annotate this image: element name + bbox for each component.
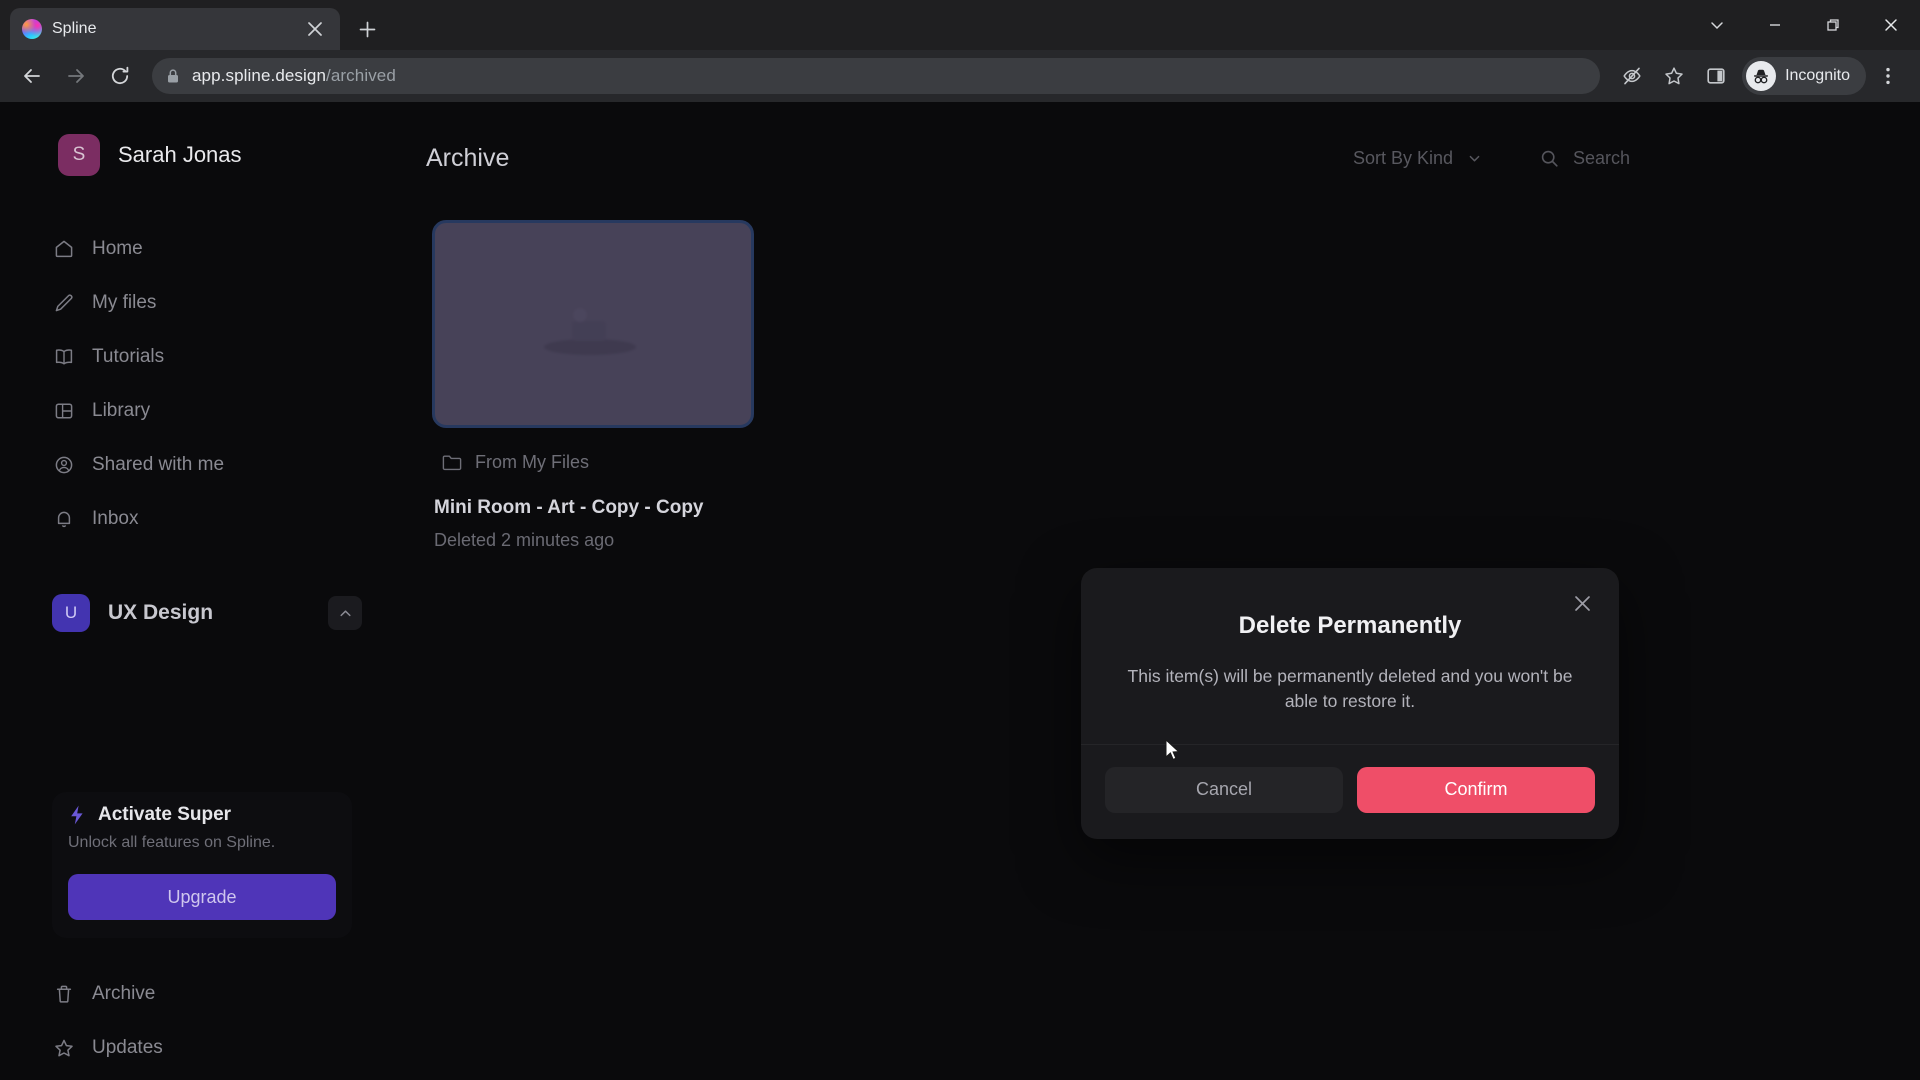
dialog-actions: Cancel Confirm bbox=[1081, 743, 1619, 839]
sidebar-item-archive[interactable]: Archive bbox=[28, 967, 362, 1021]
thumbnail-preview-icon bbox=[544, 308, 636, 356]
book-icon bbox=[52, 346, 75, 369]
confirm-button[interactable]: Confirm bbox=[1357, 766, 1595, 813]
maximize-icon[interactable] bbox=[1804, 0, 1862, 50]
search-input[interactable]: Search bbox=[1524, 136, 1854, 180]
activate-super-panel: Activate Super Unlock all features on Sp… bbox=[52, 792, 352, 938]
star-outline-icon bbox=[52, 1037, 75, 1060]
tab-strip: Spline bbox=[0, 0, 1920, 50]
delete-permanently-dialog: Delete Permanently This item(s) will be … bbox=[1081, 568, 1619, 839]
window-controls bbox=[1688, 0, 1920, 50]
search-icon bbox=[1540, 149, 1559, 168]
new-tab-button[interactable] bbox=[350, 12, 384, 46]
primary-nav: Home My files Tutorials Library Shared w… bbox=[0, 222, 390, 546]
url-text: app.spline.design/archived bbox=[192, 66, 396, 86]
file-source-label: From My Files bbox=[475, 452, 589, 472]
team-name: UX Design bbox=[108, 601, 214, 624]
user-profile[interactable]: S Sarah Jonas bbox=[0, 102, 390, 176]
sort-by-kind-dropdown[interactable]: Sort By Kind bbox=[1337, 136, 1498, 180]
url-path: /archived bbox=[326, 66, 396, 85]
tab-search-chevron-down-icon[interactable] bbox=[1688, 0, 1746, 50]
close-icon[interactable] bbox=[1567, 588, 1597, 618]
sort-label: Sort By Kind bbox=[1352, 147, 1453, 168]
sidebar-item-label: Home bbox=[92, 238, 143, 259]
sidebar-item-home[interactable]: Home bbox=[28, 222, 362, 276]
sidebar-item-tutorials[interactable]: Tutorials bbox=[28, 330, 362, 384]
team-avatar: U bbox=[52, 594, 90, 632]
eye-off-icon[interactable] bbox=[1612, 56, 1652, 96]
activate-super-title: Activate Super bbox=[98, 804, 232, 825]
sidebar: S Sarah Jonas Home My files Tutorials Li… bbox=[0, 102, 390, 1080]
sidebar-item-updates[interactable]: Updates bbox=[28, 1021, 362, 1075]
browser-window: Spline app.spline.design/archived Incogn… bbox=[0, 0, 1920, 1080]
tab-title: Spline bbox=[52, 20, 97, 37]
sidebar-item-label: Updates bbox=[92, 1037, 163, 1058]
activate-super-subtitle: Unlock all features on Spline. bbox=[68, 834, 276, 851]
window-close-icon[interactable] bbox=[1862, 0, 1920, 50]
incognito-indicator[interactable]: Incognito bbox=[1742, 57, 1866, 95]
upgrade-button[interactable]: Upgrade bbox=[68, 874, 336, 920]
user-name: Sarah Jonas bbox=[118, 142, 242, 167]
reload-icon[interactable] bbox=[100, 56, 140, 96]
lightning-bolt-icon bbox=[68, 804, 86, 826]
file-source: From My Files bbox=[432, 452, 760, 473]
lock-icon bbox=[166, 68, 180, 84]
sidebar-item-label: Library bbox=[92, 400, 151, 421]
sidebar-item-label: Archive bbox=[92, 983, 156, 1004]
secondary-nav: Archive Updates Help & Feedback bbox=[28, 967, 362, 1080]
sidebar-item-help-feedback[interactable]: Help & Feedback bbox=[28, 1075, 362, 1080]
sidebar-item-label: Tutorials bbox=[92, 346, 165, 367]
file-title: Mini Room - Art - Copy - Copy bbox=[434, 497, 704, 518]
file-thumbnail[interactable] bbox=[432, 220, 754, 428]
team-uxdesign[interactable]: U UX Design bbox=[0, 586, 390, 640]
file-grid: From My Files Mini Room - Art - Copy - C… bbox=[390, 186, 1920, 551]
incognito-icon bbox=[1746, 61, 1777, 91]
cancel-button[interactable]: Cancel bbox=[1105, 766, 1343, 813]
sidebar-item-label: My files bbox=[92, 292, 157, 313]
avatar: S bbox=[58, 134, 100, 176]
chevron-up-icon[interactable] bbox=[328, 596, 362, 630]
trash-icon bbox=[52, 983, 75, 1006]
file-deleted-meta: Deleted 2 minutes ago bbox=[434, 530, 615, 550]
url-domain: app.spline.design bbox=[192, 66, 327, 85]
spline-logo-icon bbox=[22, 19, 42, 39]
dialog-title: Delete Permanently bbox=[1238, 612, 1462, 639]
page-title: Archive bbox=[426, 143, 510, 172]
sidebar-item-library[interactable]: Library bbox=[28, 384, 362, 438]
three-dot-menu-icon[interactable] bbox=[1868, 56, 1908, 96]
spline-app: S Sarah Jonas Home My files Tutorials Li… bbox=[0, 102, 1920, 1080]
tab-close-icon[interactable] bbox=[302, 16, 328, 42]
layout-icon bbox=[52, 400, 75, 423]
sidebar-item-inbox[interactable]: Inbox bbox=[28, 492, 362, 546]
toolbar-actions: Incognito bbox=[1612, 56, 1908, 96]
pencil-icon bbox=[52, 292, 75, 315]
browser-tab[interactable]: Spline bbox=[10, 8, 340, 50]
address-bar[interactable]: app.spline.design/archived bbox=[152, 58, 1601, 94]
content-header: Archive Sort By Kind Search bbox=[390, 130, 1920, 186]
user-circle-icon bbox=[52, 454, 75, 477]
home-icon bbox=[52, 238, 75, 261]
side-panel-icon[interactable] bbox=[1696, 56, 1736, 96]
back-arrow-icon[interactable] bbox=[12, 56, 52, 96]
sidebar-item-my-files[interactable]: My files bbox=[28, 276, 362, 330]
main-content: Archive Sort By Kind Search From My File… bbox=[390, 102, 1920, 1080]
activate-super-header: Activate Super bbox=[56, 804, 348, 826]
incognito-label: Incognito bbox=[1785, 67, 1850, 84]
sidebar-item-shared-with-me[interactable]: Shared with me bbox=[28, 438, 362, 492]
dialog-message: This item(s) will be permanently deleted… bbox=[1127, 666, 1573, 711]
bell-icon bbox=[52, 508, 75, 531]
sidebar-item-label: Shared with me bbox=[92, 454, 225, 475]
browser-toolbar: app.spline.design/archived Incognito bbox=[0, 50, 1920, 102]
search-placeholder: Search bbox=[1573, 147, 1631, 168]
bookmark-star-icon[interactable] bbox=[1654, 56, 1694, 96]
folder-icon bbox=[442, 454, 462, 471]
minimize-icon[interactable] bbox=[1746, 0, 1804, 50]
sidebar-item-label: Inbox bbox=[92, 508, 139, 529]
chevron-down-icon bbox=[1467, 151, 1482, 166]
dialog-body: Delete Permanently This item(s) will be … bbox=[1081, 568, 1619, 744]
file-card[interactable]: From My Files Mini Room - Art - Copy - C… bbox=[432, 220, 760, 551]
forward-arrow-icon[interactable] bbox=[56, 56, 96, 96]
